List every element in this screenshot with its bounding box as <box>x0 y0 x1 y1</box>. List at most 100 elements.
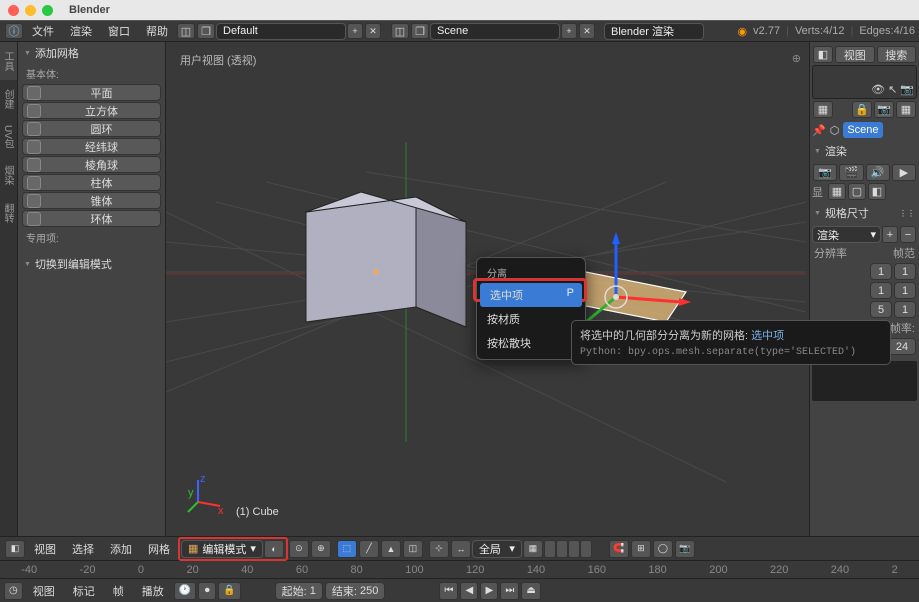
lock-icon[interactable]: 🔒 <box>218 582 240 600</box>
pivot-icon[interactable]: ⊙ <box>289 540 309 558</box>
play-reverse-icon[interactable]: ◀ <box>460 582 478 600</box>
tool-cube[interactable]: 立方体 <box>22 102 161 119</box>
vp-menu-view[interactable]: 视图 <box>34 541 56 557</box>
tool-plane[interactable]: 平面 <box>22 84 161 101</box>
scene-browse-icon[interactable]: ◫ <box>391 23 409 39</box>
render-anim-button[interactable]: 🎬 <box>839 164 863 181</box>
prop-pin-icon[interactable]: 🔒 <box>852 101 872 118</box>
outliner-area[interactable]: 👁 ↖ 📷 <box>812 65 917 99</box>
display-btn-2[interactable]: ▢ <box>848 183 866 200</box>
timeline-editor-icon[interactable]: ◷ <box>4 582 23 600</box>
layer-1[interactable] <box>544 540 556 558</box>
scene-active[interactable]: Scene <box>843 122 882 138</box>
translate-gizmo-icon[interactable]: ↔ <box>451 540 471 558</box>
render-panel-header[interactable]: 渲染 <box>812 140 917 162</box>
layer-3[interactable] <box>568 540 580 558</box>
add-mesh-header[interactable]: 添加网格 <box>18 42 165 64</box>
visibility-icon[interactable]: 👁 <box>871 83 885 96</box>
fps-field[interactable]: 24 <box>888 338 916 355</box>
switch-mode-header[interactable]: 切换到编辑模式 <box>18 253 165 275</box>
search-menu[interactable]: 搜索 <box>877 46 917 63</box>
render-audio-button[interactable]: 🔊 <box>866 164 890 181</box>
tl-menu-playback[interactable]: 播放 <box>142 583 164 599</box>
preset-remove[interactable]: − <box>900 226 916 243</box>
prop-scene-icon[interactable]: ▦ <box>896 101 916 118</box>
minimize-window-button[interactable] <box>25 5 36 16</box>
num-end[interactable]: 1 <box>894 282 916 299</box>
dimensions-header[interactable]: 规格尺寸⋮⋮ <box>812 202 917 224</box>
view-menu[interactable]: 视图 <box>835 46 875 63</box>
num-x[interactable]: 1 <box>870 263 892 280</box>
preset-add[interactable]: + <box>882 226 898 243</box>
preset-dropdown[interactable]: 渲染▾ <box>812 226 881 243</box>
mode-dropdown[interactable]: ▦ 编辑模式▾ <box>181 540 263 558</box>
manipulator-toggle-icon[interactable]: ⊹ <box>429 540 449 558</box>
menu-help[interactable]: 帮助 <box>146 23 168 39</box>
vertex-select-icon[interactable]: ⬚ <box>337 540 357 558</box>
scene-dropdown[interactable]: Scene <box>430 23 560 40</box>
add-scene-button[interactable]: + <box>561 23 577 39</box>
screen-browse-icon[interactable]: ❐ <box>197 23 215 39</box>
shading-mode-icon[interactable]: ◐ <box>264 540 284 558</box>
tab-tools[interactable]: 工具 <box>0 42 17 80</box>
num-pct[interactable]: 5 <box>870 301 892 318</box>
ctx-item-material[interactable]: 按材质 <box>477 307 585 331</box>
render-engine-dropdown[interactable]: Blender 渲染 <box>604 23 704 40</box>
tl-menu-frame[interactable]: 帧 <box>113 583 124 599</box>
jump-start-icon[interactable]: ⏮ <box>439 582 458 600</box>
snap-icon[interactable]: 🧲 <box>609 540 629 558</box>
tool-torus[interactable]: 环体 <box>22 210 161 227</box>
remove-layout-button[interactable]: ✕ <box>365 23 381 39</box>
num-step[interactable]: 1 <box>894 301 916 318</box>
tab-options[interactable]: 翻转 <box>0 194 17 232</box>
menu-render[interactable]: 渲染 <box>70 23 92 39</box>
tool-uvsphere[interactable]: 经纬球 <box>22 138 161 155</box>
orientation-dropdown[interactable]: 全局▾ <box>472 540 522 558</box>
display-btn-3[interactable]: ◧ <box>868 183 886 200</box>
pin-icon[interactable]: 📌 <box>812 124 826 137</box>
tab-create[interactable]: 创建 <box>0 80 17 118</box>
num-y[interactable]: 1 <box>870 282 892 299</box>
tool-icosphere[interactable]: 棱角球 <box>22 156 161 173</box>
3d-viewport[interactable]: 用户视图 (透视) ⊕ <box>166 42 809 536</box>
vp-menu-select[interactable]: 选择 <box>72 541 94 557</box>
timeline-ruler[interactable]: -40-200 204060 80100120 140160180 200220… <box>0 560 919 578</box>
render-image-button[interactable]: 📷 <box>813 164 837 181</box>
tool-cone[interactable]: 锥体 <box>22 192 161 209</box>
ctx-item-loose[interactable]: 按松散块 <box>477 331 585 355</box>
remove-scene-button[interactable]: ✕ <box>579 23 595 39</box>
select-icon[interactable]: ↖ <box>888 83 897 96</box>
add-layout-button[interactable]: + <box>347 23 363 39</box>
play-icon[interactable]: ▶ <box>480 582 498 600</box>
edge-select-icon[interactable]: ╱ <box>359 540 379 558</box>
keyframe-next-icon[interactable]: ⏏ <box>521 582 540 600</box>
display-btn-1[interactable]: ▦ <box>828 183 846 200</box>
face-select-icon[interactable]: ▲ <box>381 540 401 558</box>
layer-2[interactable] <box>556 540 568 558</box>
tool-cylinder[interactable]: 柱体 <box>22 174 161 191</box>
vp-menu-mesh[interactable]: 网格 <box>148 541 170 557</box>
render-vis-icon[interactable]: 📷 <box>900 83 914 96</box>
jump-end-icon[interactable]: ⏭ <box>500 582 519 600</box>
end-frame-field[interactable]: 结束: 250 <box>325 582 385 600</box>
tl-menu-marker[interactable]: 标记 <box>73 583 95 599</box>
prop-editor-icon[interactable]: ▦ <box>813 101 833 118</box>
autokey-icon[interactable]: ⏺ <box>198 582 216 600</box>
num-start[interactable]: 1 <box>894 263 916 280</box>
close-window-button[interactable] <box>8 5 19 16</box>
editor-type-3dview-icon[interactable]: ◧ <box>5 540 25 558</box>
render-play-button[interactable]: ▶ <box>892 164 916 181</box>
snap-target-icon[interactable]: ⊞ <box>631 540 651 558</box>
start-frame-field[interactable]: 起始: 1 <box>275 582 323 600</box>
tab-uv[interactable]: UV包裹 <box>0 118 17 156</box>
outliner-type-icon[interactable]: ◧ <box>813 46 833 63</box>
menu-window[interactable]: 窗口 <box>108 23 130 39</box>
back-to-previous-icon[interactable]: ◫ <box>177 23 195 39</box>
maximize-window-button[interactable] <box>42 5 53 16</box>
tool-circle[interactable]: 圆环 <box>22 120 161 137</box>
prop-render-icon[interactable]: 📷 <box>874 101 894 118</box>
layout-dropdown[interactable]: Default <box>216 23 346 40</box>
tl-menu-view[interactable]: 视图 <box>33 583 55 599</box>
vp-menu-add[interactable]: 添加 <box>110 541 132 557</box>
tab-shading[interactable]: 烟染 <box>0 156 17 194</box>
